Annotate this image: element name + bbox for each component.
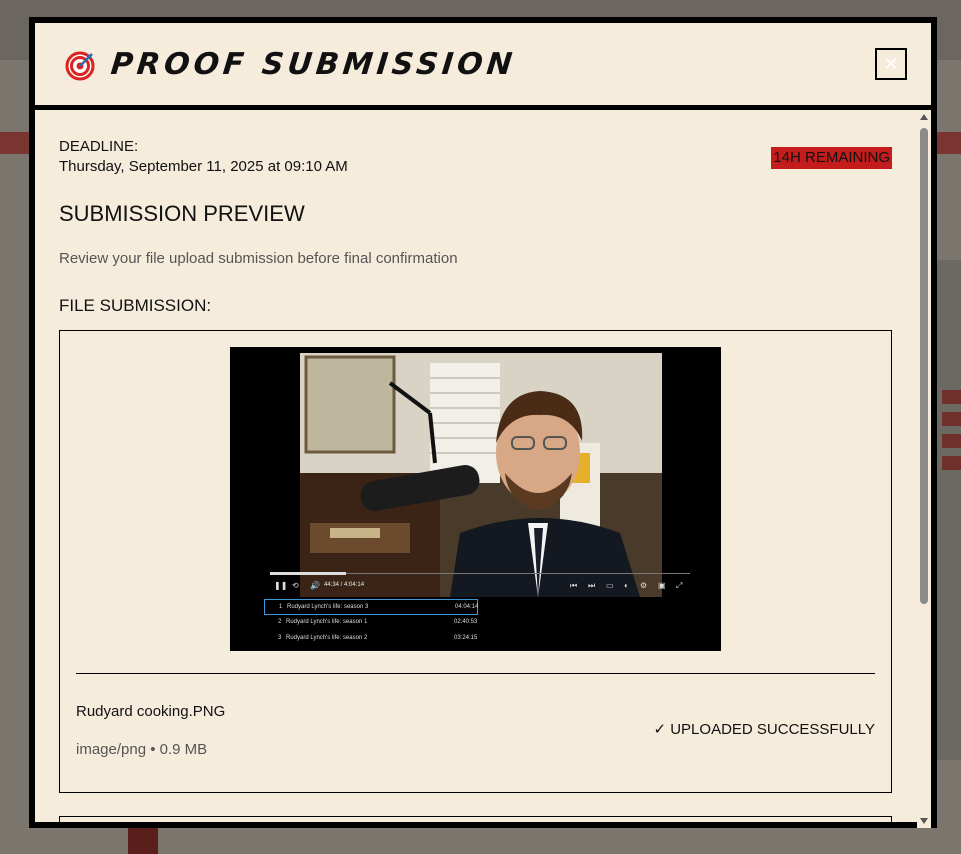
modal-header: PROOF SUBMISSION ✕ (35, 23, 931, 110)
next-card (59, 816, 892, 828)
background-bar (128, 828, 158, 854)
previous-icon: ⏮ (570, 581, 578, 590)
video-playlist: 1 Rudyard Lynch's life: season 3 04:04:1… (264, 599, 704, 647)
preview-title: SUBMISSION PREVIEW (59, 201, 305, 226)
time-remaining-badge: 14H REMAINING (771, 147, 892, 169)
file-name: Rudyard cooking.PNG (76, 703, 226, 720)
scroll-thumb[interactable] (920, 128, 928, 604)
modal-title: PROOF SUBMISSION (109, 47, 518, 82)
upload-status: ✓ UPLOADED SUCCESSFULLY (653, 721, 875, 738)
playlist-item: 2 Rudyard Lynch's life: season 1 02:40:5… (278, 619, 478, 625)
playlist-item: 3 Rudyard Lynch's life: season 2 03:24:1… (278, 635, 478, 641)
next-icon: ⏭ (588, 581, 596, 590)
target-icon (65, 51, 95, 81)
video-controls: ❚❚ ⟲ 🔊 44:34 / 4:04:14 ⏮ ⏭ ▭ ◐ ⚙ ▣ ⤢ (274, 581, 690, 593)
modal-body: DEADLINE: Thursday, September 11, 2025 a… (35, 110, 915, 828)
volume-icon: 🔊 (310, 581, 320, 590)
preview-subtitle: Review your file upload submission befor… (59, 250, 458, 267)
close-button[interactable]: ✕ (875, 48, 907, 80)
pip-icon: ▣ (658, 581, 666, 590)
file-submission-heading: FILE SUBMISSION: (59, 296, 212, 315)
video-progress-fill (270, 572, 346, 575)
fullscreen-icon: ⤢ (676, 581, 683, 590)
background-side-panel (936, 260, 961, 760)
cast-icon: ▭ (606, 581, 614, 590)
playlist-item: 1 Rudyard Lynch's life: season 3 04:04:1… (264, 599, 478, 615)
file-card: ❚❚ ⟲ 🔊 44:34 / 4:04:14 ⏮ ⏭ ▭ ◐ ⚙ ▣ ⤢ 1 R… (59, 330, 892, 793)
contrast-icon: ◐ (624, 581, 629, 590)
loop-icon: ⟲ (292, 581, 299, 590)
close-icon: ✕ (883, 53, 899, 74)
video-frame (300, 353, 662, 597)
gear-icon: ⚙ (640, 581, 648, 590)
video-time: 44:34 / 4:04:14 (324, 582, 365, 588)
card-divider (76, 673, 875, 674)
scroll-up-icon[interactable] (920, 114, 928, 120)
modal-scrollbar[interactable] (917, 110, 931, 828)
proof-submission-modal: PROOF SUBMISSION ✕ DEADLINE: Thursday, S… (29, 17, 937, 828)
deadline-label: DEADLINE: (59, 138, 139, 155)
pause-icon: ❚❚ (274, 581, 288, 590)
scroll-down-icon[interactable] (920, 818, 928, 824)
file-meta: image/png • 0.9 MB (76, 741, 208, 758)
deadline-value: Thursday, September 11, 2025 at 09:10 AM (59, 158, 348, 175)
file-preview-image: ❚❚ ⟲ 🔊 44:34 / 4:04:14 ⏮ ⏭ ▭ ◐ ⚙ ▣ ⤢ 1 R… (230, 347, 721, 651)
